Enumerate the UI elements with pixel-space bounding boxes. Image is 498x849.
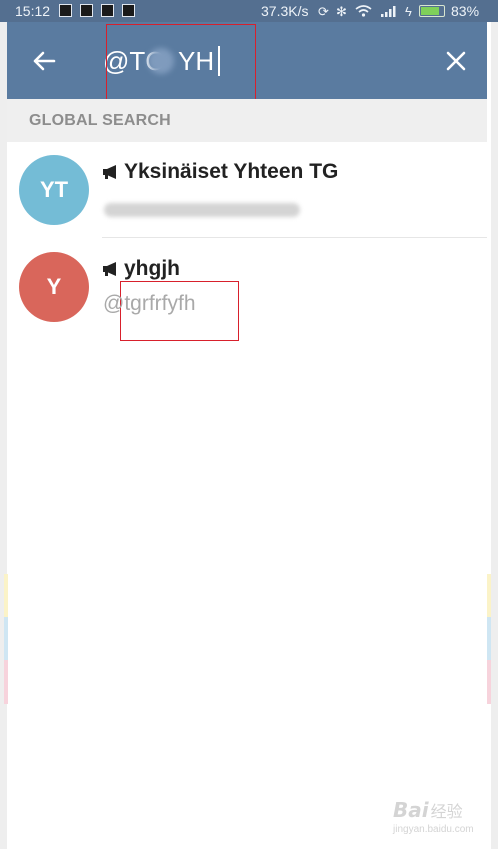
edge-artifact: [487, 574, 491, 618]
signal-icon: [381, 6, 396, 17]
result-name: Yksinäiset Yhteen TG: [124, 160, 339, 183]
battery-percent: 83%: [451, 3, 480, 19]
battery-icon: [419, 5, 445, 17]
result-title: Yksinäiset Yhteen TG: [102, 160, 338, 184]
megaphone-icon: [103, 262, 116, 276]
network-speed: 37.3K/s: [261, 3, 309, 19]
edge-artifact: [487, 660, 491, 704]
watermark-url: jingyan.baidu.com: [393, 824, 474, 835]
baidu-watermark: Bai 经验 jingyan.baidu.com: [393, 798, 474, 835]
status-time: 15:12: [15, 3, 51, 19]
section-header-global-search: GLOBAL SEARCH: [7, 99, 487, 142]
watermark-suffix: 经验: [430, 804, 463, 821]
edge-artifact: [4, 617, 8, 661]
left-edge: [0, 0, 7, 849]
result-name: yhgjh: [124, 257, 180, 280]
watermark-brand: Bai: [393, 798, 429, 822]
arrow-left-icon[interactable]: [27, 44, 61, 78]
search-result-row[interactable]: YT Yksinäiset Yhteen TG: [7, 141, 487, 237]
redacted-username: [104, 203, 300, 217]
annotation-box: [106, 24, 256, 108]
notification-icon-3: [101, 4, 114, 17]
notification-icon-4: [122, 4, 135, 17]
edge-artifact: [4, 574, 8, 618]
status-bar: 15:12 37.3K/s ⟳ ✻ ϟ 83%: [0, 0, 498, 22]
result-title: yhgjh: [102, 257, 180, 281]
edge-artifact: [4, 660, 8, 704]
right-edge: [491, 0, 498, 849]
notification-icon-2: [80, 4, 93, 17]
bluetooth-icon: ✻: [336, 4, 347, 19]
charging-icon: ϟ: [405, 4, 412, 19]
sync-icon: ⟳: [318, 4, 329, 19]
avatar: Y: [19, 252, 89, 322]
wifi-icon: [355, 5, 372, 17]
notification-icon-1: [59, 4, 72, 17]
result-username: @tgrfrfyfh: [103, 292, 196, 315]
close-icon[interactable]: [439, 44, 473, 78]
megaphone-icon: [103, 165, 116, 179]
search-result-row[interactable]: Y yhgjh @tgrfrfyfh: [7, 238, 487, 334]
avatar: YT: [19, 155, 89, 225]
edge-artifact: [487, 617, 491, 661]
